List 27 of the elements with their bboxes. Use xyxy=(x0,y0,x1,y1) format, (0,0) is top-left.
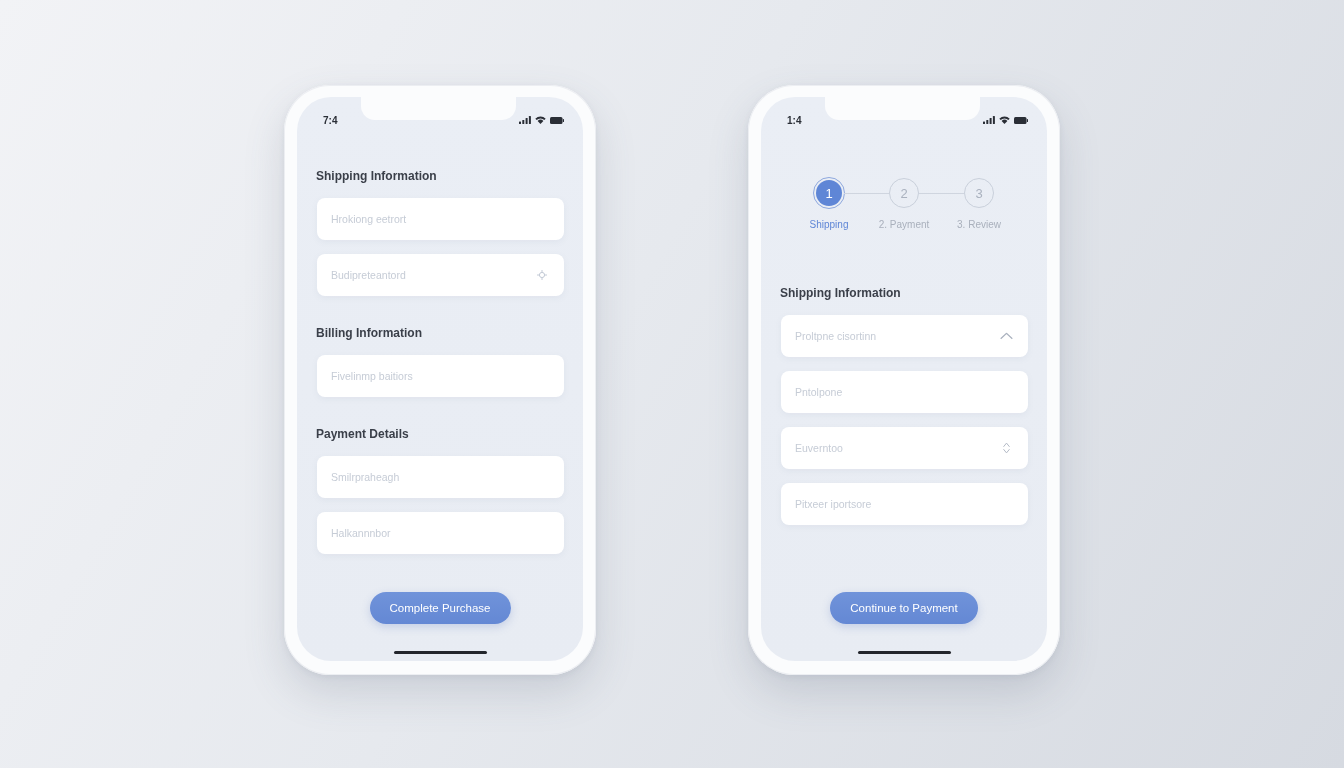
input-field[interactable]: Halkannnbor xyxy=(317,512,564,554)
step-label: 3. Review xyxy=(957,218,1001,232)
section-heading: Payment Details xyxy=(316,426,410,443)
status-time: 1:4 xyxy=(787,114,802,126)
input-field[interactable]: Smilrpraheagh xyxy=(317,456,564,498)
input-field[interactable]: Euverntoo xyxy=(781,427,1028,469)
crosshair-icon xyxy=(537,270,547,280)
battery-icon xyxy=(1014,116,1028,124)
signal-icon xyxy=(519,116,531,124)
primary-button[interactable]: Continue to Payment xyxy=(830,592,978,624)
input-field[interactable]: Budipreteantord xyxy=(317,254,564,296)
section-heading: Billing Information xyxy=(316,325,423,342)
section-heading: Shipping Information xyxy=(780,285,902,302)
wifi-icon xyxy=(999,116,1010,124)
wifi-icon xyxy=(535,116,546,124)
input-field[interactable]: Hrokiong eetrort xyxy=(317,198,564,240)
step-label: Shipping xyxy=(809,218,849,232)
section-heading: Shipping Information xyxy=(316,168,438,185)
chevron-up-icon[interactable] xyxy=(1000,332,1013,340)
up-down-arrows-icon[interactable] xyxy=(1003,442,1010,454)
battery-icon xyxy=(550,116,564,124)
signal-icon xyxy=(983,116,995,124)
input-field[interactable]: Pntolpone xyxy=(781,371,1028,413)
input-field[interactable]: Proltpne cisortinn xyxy=(781,315,1028,357)
status-time: 7:4 xyxy=(323,114,338,126)
primary-button[interactable]: Complete Purchase xyxy=(369,592,511,624)
input-field[interactable]: Pitxeer iportsore xyxy=(781,483,1028,525)
